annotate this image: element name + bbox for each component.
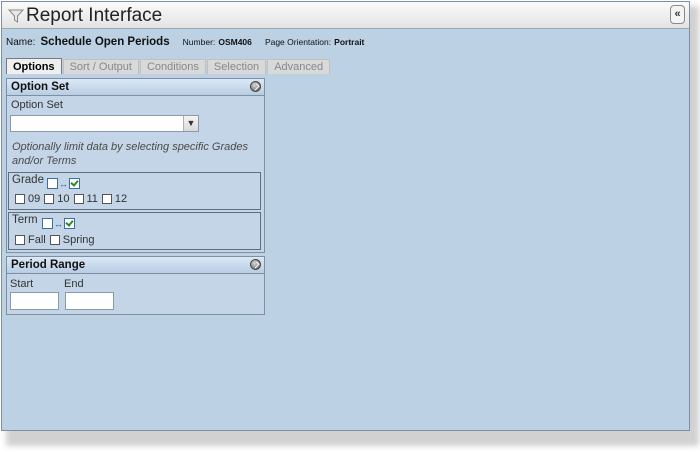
option-set-title: Option Set [11,81,70,93]
report-interface-window: Report Interface « Name: Schedule Open P… [1,1,690,431]
period-range-panel: Period Range Start End [6,256,265,315]
title-bar: Report Interface « [2,2,689,29]
grade-title: Grade [12,174,44,186]
collapse-button[interactable]: « [670,5,685,24]
swap-arrows-icon[interactable]: ↔ [54,219,63,229]
term-fall-label: Fall [28,234,46,246]
report-name: Schedule Open Periods [40,36,170,48]
option-set-hint: Optionally limit data by selecting speci… [12,141,248,167]
period-range-title: Period Range [11,259,86,271]
option-set-panel: Option Set Option Set ▼ Optionally limit… [6,78,265,253]
grade-option[interactable]: 09 [15,193,40,205]
term-option[interactable]: Spring [49,234,95,246]
orientation-label: Page Orientation: [264,37,332,47]
start-label: Start [10,278,34,290]
term-group: Term ↔ Fall Spring [8,212,261,250]
chevron-down-icon[interactable]: ▼ [183,116,198,131]
tab-conditions[interactable]: Conditions [139,59,206,74]
grade-select-tools: ↔ [47,175,87,190]
term-option[interactable]: Fall [15,234,46,246]
window-title: Report Interface [26,5,163,26]
checkbox[interactable] [44,194,55,204]
term-select-tools: ↔ [42,215,82,230]
grade-option[interactable]: 10 [44,193,70,205]
grade-checkboxes: 09 10 11 12 [15,193,131,205]
swap-arrows-icon[interactable]: ↔ [59,179,68,189]
number-label: Number: [182,37,216,47]
grade-09-label: 09 [28,193,41,205]
report-info-bar: Name: Schedule Open Periods Number: OSM4… [6,36,374,48]
select-all-icon[interactable] [42,218,53,230]
end-label: End [64,278,84,290]
report-number: OSM406 [218,37,252,47]
checkbox[interactable] [73,194,84,204]
term-checkboxes: Fall Spring [15,234,99,246]
grade-12-label: 12 [114,193,128,205]
term-spring-label: Spring [62,234,95,246]
start-input[interactable] [10,292,59,310]
grade-11-label: 11 [86,193,98,205]
select-all-icon[interactable] [47,178,58,190]
page-orientation: Portrait [334,37,365,47]
checkbox[interactable] [15,235,25,245]
period-range-header: Period Range [7,257,264,274]
option-set-select[interactable]: ▼ [10,115,199,132]
grade-option[interactable]: 12 [101,193,128,205]
grade-option[interactable]: 11 [73,193,98,205]
collapse-circle-icon[interactable] [250,259,261,270]
tab-sort-output[interactable]: Sort / Output [62,59,139,74]
checkbox[interactable] [101,194,112,204]
funnel-icon [8,9,24,23]
grade-group: Grade ↔ 09 10 11 12 [8,172,261,210]
collapse-circle-icon[interactable] [250,81,261,92]
option-set-header: Option Set [7,79,264,96]
grade-10-label: 10 [57,193,70,205]
option-set-label: Option Set [11,99,63,111]
tab-selection[interactable]: Selection [206,59,267,74]
check-all-icon[interactable] [64,218,75,230]
tab-bar: Options Sort / Output Conditions Selecti… [6,58,331,74]
check-all-icon[interactable] [69,178,80,190]
tab-advanced[interactable]: Advanced [267,59,331,74]
term-title: Term [12,214,38,226]
end-input[interactable] [65,292,114,310]
checkbox[interactable] [15,194,25,204]
name-label: Name: [6,37,36,48]
tab-options[interactable]: Options [6,58,62,74]
checkbox[interactable] [49,235,60,245]
